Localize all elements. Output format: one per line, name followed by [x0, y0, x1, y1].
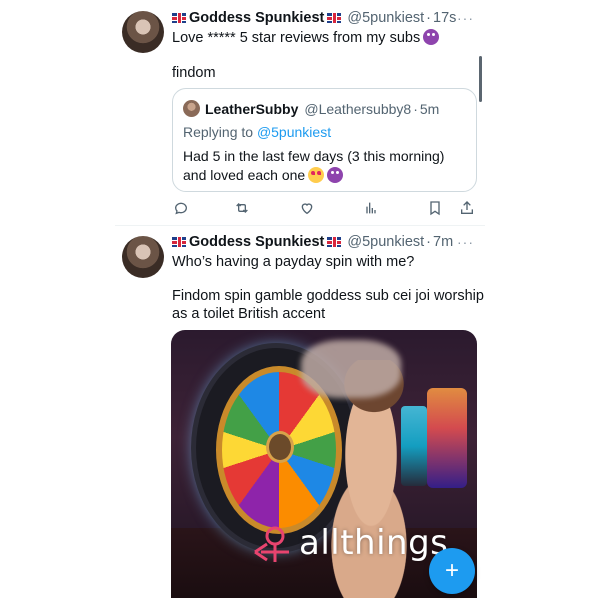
tweet-1[interactable]: Goddess Spunkiest @5punkiest · 17s ··· L…	[0, 0, 600, 225]
tweet-header: Goddess Spunkiest @5punkiest · 17s	[172, 10, 456, 26]
tweet-text: Who’s having a payday spin with me?	[172, 254, 415, 270]
separator-dot: ·	[413, 100, 418, 117]
quoted-tweet-text-line: and loved each one	[183, 166, 468, 185]
scrollbar[interactable]	[479, 56, 482, 102]
tweet-actions	[172, 199, 473, 217]
replying-to: Replying to @5punkiest	[183, 124, 331, 140]
display-name[interactable]: Goddess Spunkiest	[189, 10, 324, 26]
replying-to-handle[interactable]: @5punkiest	[257, 124, 331, 140]
smiling-devil-emoji-icon	[423, 29, 440, 45]
avatar	[183, 100, 200, 117]
quoted-tweet-text: and loved each one	[183, 167, 306, 183]
more-options-icon[interactable]: ···	[457, 10, 474, 26]
tweet-text: findom	[172, 65, 216, 81]
allthings-logo-icon	[254, 526, 289, 562]
tweet-text: Findom spin gamble goddess sub cei joi w…	[172, 288, 484, 304]
replying-to-label: Replying to	[183, 124, 254, 140]
like-icon[interactable]	[298, 199, 316, 217]
watermark-text: allthings	[299, 523, 449, 563]
heart-eyes-emoji-icon	[308, 167, 325, 183]
handle: @Leathersubby8	[304, 100, 412, 117]
timestamp[interactable]: 7m	[433, 234, 453, 250]
uk-flag-icon	[172, 237, 186, 247]
display-name: LeatherSubby	[205, 100, 299, 117]
tweet-media-image[interactable]: allthings	[171, 330, 477, 598]
uk-flag-icon	[172, 13, 186, 23]
wheel-hub	[269, 434, 291, 460]
blurred-face	[301, 340, 401, 398]
tweet-text: Love ***** 5 star reviews from my subs	[172, 30, 421, 46]
separator-dot: ·	[426, 10, 432, 26]
share-icon[interactable]	[458, 199, 476, 217]
quoted-tweet-text-line: Had 5 in the last few days (3 this morni…	[183, 148, 445, 164]
avatar[interactable]	[122, 11, 164, 53]
compose-button[interactable]: +	[429, 548, 475, 594]
handle[interactable]: @5punkiest	[347, 234, 424, 250]
bookmark-icon[interactable]	[426, 199, 444, 217]
compose-icon: +	[444, 557, 459, 584]
avatar[interactable]	[122, 236, 164, 278]
quoted-tweet-text: Had 5 in the last few days (3 this morni…	[183, 147, 468, 185]
display-name[interactable]: Goddess Spunkiest	[189, 234, 324, 250]
timestamp: 5m	[419, 100, 440, 117]
tweet-header: Goddess Spunkiest @5punkiest · 7m	[172, 234, 453, 250]
handle[interactable]: @5punkiest	[347, 10, 424, 26]
uk-flag-icon	[327, 237, 342, 247]
retweet-icon[interactable]	[233, 199, 251, 217]
more-options-icon[interactable]: ···	[457, 234, 474, 250]
slot-machine	[427, 388, 467, 488]
views-icon[interactable]	[362, 199, 380, 217]
quoted-tweet-header: LeatherSubby @Leathersubby8 · 5m	[183, 100, 439, 117]
timestamp[interactable]: 17s	[433, 10, 456, 26]
uk-flag-icon	[327, 13, 342, 23]
reply-icon[interactable]	[172, 199, 190, 217]
tweet-text-line: Love ***** 5 star reviews from my subs	[172, 29, 440, 48]
smiling-devil-emoji-icon	[327, 167, 344, 183]
tweet-text: as a toilet British accent	[172, 306, 326, 322]
separator-dot: ·	[426, 234, 432, 250]
quoted-tweet[interactable]: LeatherSubby @Leathersubby8 · 5m Replyin…	[172, 88, 477, 192]
